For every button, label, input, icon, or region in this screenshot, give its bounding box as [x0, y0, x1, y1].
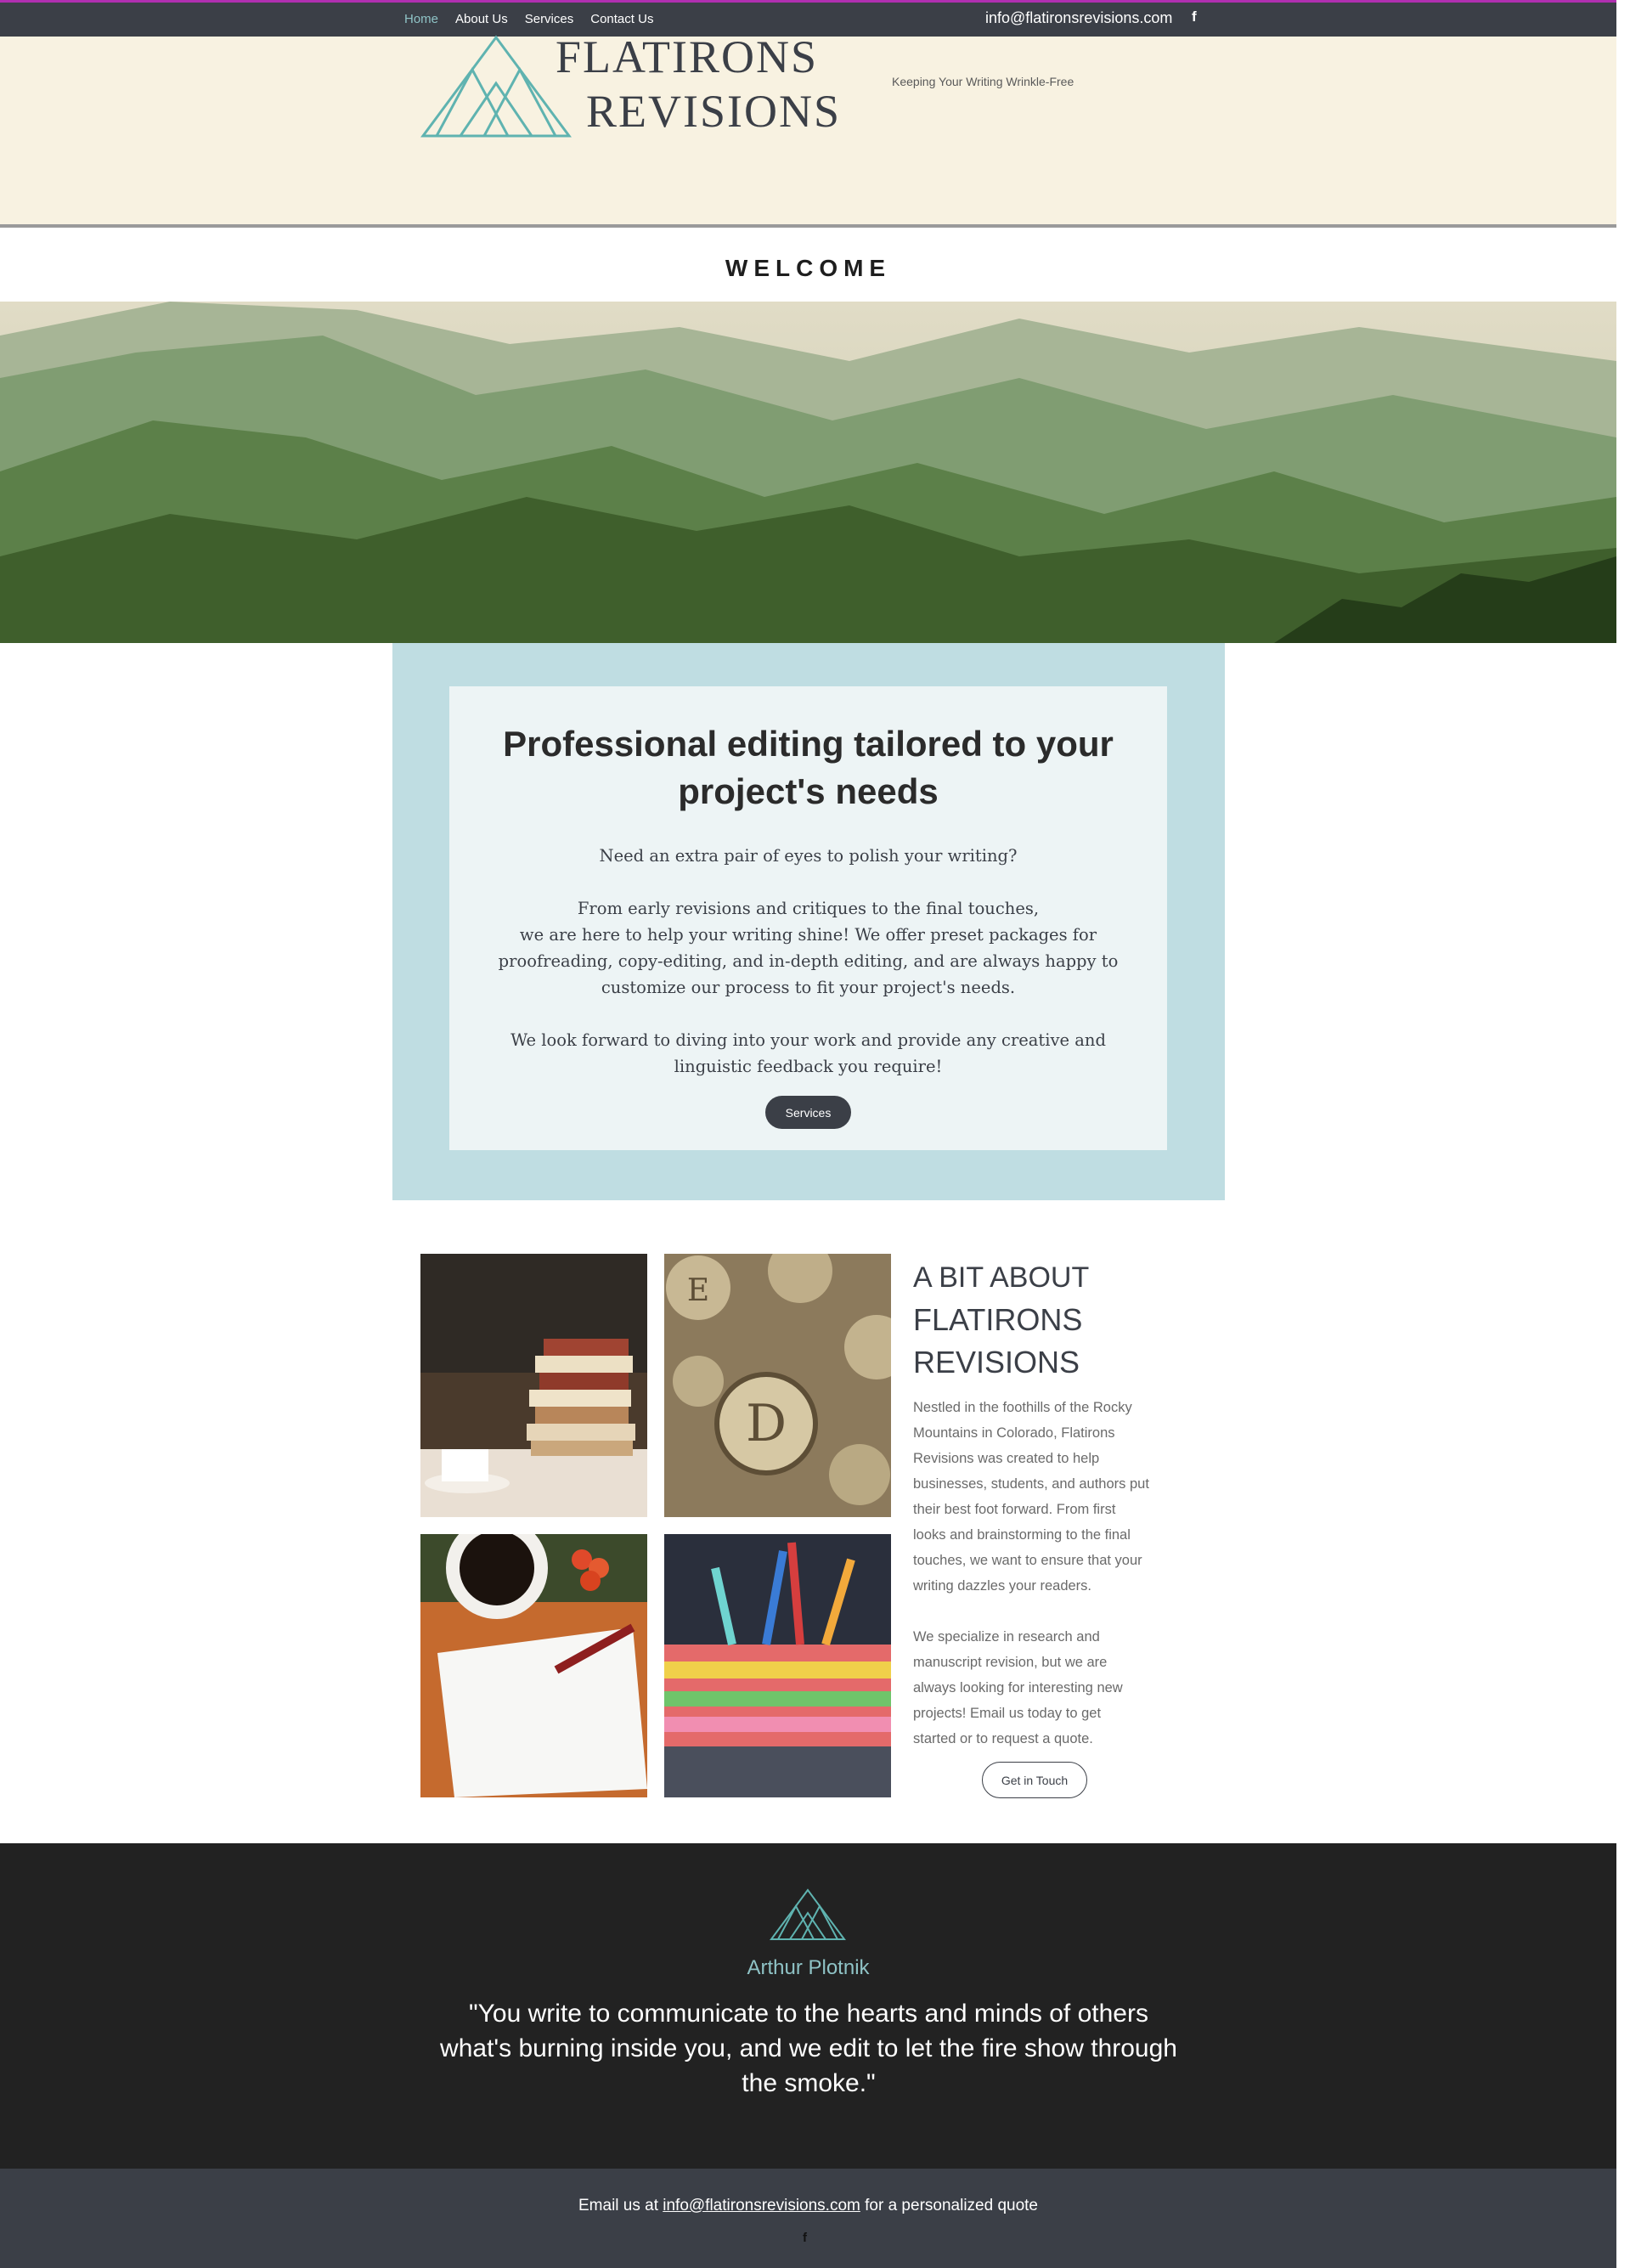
quote-text: "You write to communicate to the hearts … [440, 2000, 1177, 2097]
welcome-heading: WELCOME [725, 255, 892, 281]
intro-paragraph-2-line3: proofreading, copy-editing, and in-depth… [498, 951, 1119, 971]
about-p2-line: started or to request a quote. [913, 1731, 1093, 1746]
photo-books-coffee [420, 1254, 647, 1517]
brand-name-line1: FLATIRONS [556, 31, 819, 82]
about-paragraph-2: We specialize in research and manuscript… [913, 1624, 1168, 1752]
brand-name-line2: REVISIONS [586, 86, 842, 137]
about-heading-line2: FLATIRONS [913, 1302, 1083, 1337]
intro-paragraph-2-line4: customize our process to fit your projec… [601, 978, 1016, 997]
mountain-logo-small-icon [770, 1888, 846, 1940]
nav-services[interactable]: Services [525, 12, 574, 26]
about-p1-line: their best foot forward. From first [913, 1502, 1116, 1517]
about-p2-line: always looking for interesting new [913, 1680, 1123, 1695]
intro-paragraph-2-line2: we are here to help your writing shine! … [519, 925, 1097, 945]
svg-text:D: D [746, 1394, 787, 1453]
facebook-icon[interactable]: f [1192, 8, 1197, 25]
about-p1-line: writing dazzles your readers. [913, 1578, 1092, 1594]
intro-heading-line2: project's needs [678, 771, 939, 811]
nav-home[interactable]: Home [404, 12, 438, 26]
about-p1-line: looks and brainstorming to the final [913, 1527, 1131, 1543]
about-p2-line: manuscript revision, but we are [913, 1655, 1108, 1670]
site-footer [0, 2169, 1616, 2268]
mountain-illustration [0, 302, 1616, 643]
about-p1-line: businesses, students, and authors put [913, 1476, 1149, 1492]
about-text: Nestled in the foothills of the Rocky Mo… [913, 1395, 1168, 1752]
intro-heading: Professional editing tailored to your pr… [449, 720, 1167, 815]
about-p2-line: We specialize in research and [913, 1629, 1100, 1645]
svg-text:E: E [687, 1273, 709, 1308]
footer-email-link[interactable]: info@flatironsrevisions.com [663, 2197, 860, 2214]
about-p2-line: projects! Email us today to get [913, 1706, 1102, 1721]
quote-author: Arthur Plotnik [747, 1956, 870, 1979]
tagline: Keeping Your Writing Wrinkle-Free [892, 75, 1074, 88]
intro-heading-line1: Professional editing tailored to your [503, 724, 1114, 764]
about-p1-line: Nestled in the foothills of the Rocky [913, 1400, 1132, 1415]
footer-prefix: Email us at [578, 2197, 663, 2214]
intro-paragraph-3-line1: We look forward to diving into your work… [510, 1030, 1106, 1050]
get-in-touch-button[interactable]: Get in Touch [982, 1762, 1087, 1798]
top-email-link[interactable]: info@flatironsrevisions.com [985, 9, 1172, 27]
hero-mountain-image [0, 302, 1616, 643]
mountain-logo-icon[interactable] [420, 34, 572, 139]
about-paragraph-1: Nestled in the foothills of the Rocky Mo… [913, 1395, 1168, 1599]
nav-contact-us[interactable]: Contact Us [590, 12, 653, 26]
page: Home About Us Services Contact Us info@f… [0, 0, 1616, 2268]
photo-pencils-supplies [664, 1534, 891, 1797]
intro-text: Need an extra pair of eyes to polish you… [476, 843, 1141, 1080]
page-edge [1616, 0, 1630, 2268]
intro-paragraph-1: Need an extra pair of eyes to polish you… [599, 846, 1018, 866]
about-heading-line3: REVISIONS [913, 1345, 1080, 1379]
footer-suffix: for a personalized quote [860, 2197, 1038, 2214]
services-button[interactable]: Services [765, 1096, 851, 1129]
intro-paragraph-3-line2: linguistic feedback you require! [674, 1057, 943, 1076]
main-nav: Home About Us Services Contact Us [404, 12, 653, 26]
photo-typewriter-keys: D E [664, 1254, 891, 1517]
facebook-footer-icon[interactable]: f [803, 2231, 807, 2245]
about-p1-line: Revisions was created to help [913, 1451, 1100, 1466]
nav-about-us[interactable]: About Us [455, 12, 508, 26]
about-p1-line: touches, we want to ensure that your [913, 1553, 1142, 1568]
about-heading: A BIT ABOUT FLATIRONS REVISIONS [913, 1255, 1089, 1384]
footer-contact-line: Email us at info@flatironsrevisions.com … [0, 2197, 1616, 2215]
intro-paragraph-2-line1: From early revisions and critiques to th… [577, 899, 1040, 918]
about-p1-line: Mountains in Colorado, Flatirons [913, 1425, 1115, 1441]
about-heading-line1: A BIT ABOUT [913, 1261, 1090, 1294]
photo-coffee-paper-pen [420, 1534, 647, 1797]
